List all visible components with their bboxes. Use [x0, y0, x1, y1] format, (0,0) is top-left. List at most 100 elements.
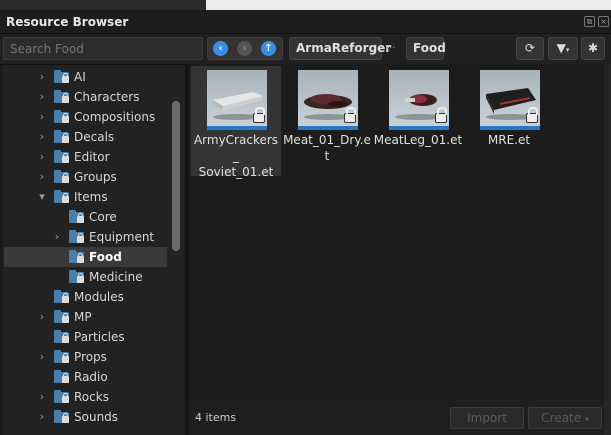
chevron-right-icon[interactable]: ›	[37, 70, 47, 84]
tree-item-label: Food	[89, 250, 122, 264]
tree-item[interactable]: › Sounds	[4, 407, 167, 427]
import-button[interactable]: Import	[450, 407, 524, 429]
undock-icon[interactable]: ⧉	[584, 16, 595, 27]
asset-item[interactable]: ArmyCrackers_ Soviet_01.et	[191, 66, 281, 179]
asset-thumbnail	[207, 70, 267, 130]
locked-folder-icon	[54, 370, 69, 383]
tree-item[interactable]: ▾ Items	[4, 187, 167, 207]
window-title: Resource Browser	[6, 15, 129, 29]
chevron-right-icon[interactable]: ›	[37, 150, 47, 164]
locked-folder-icon	[54, 170, 69, 183]
tree-item[interactable]: › Equipment	[4, 227, 167, 247]
tree-item[interactable]: › MP	[4, 307, 167, 327]
filter-icon[interactable]: ▼▾	[548, 37, 578, 60]
tree-item-label: Sounds	[74, 410, 119, 424]
settings-gear-icon[interactable]: ✱	[581, 37, 605, 60]
locked-folder-icon	[54, 390, 69, 403]
tree-item[interactable]: › Characters	[4, 87, 167, 107]
chevron-right-icon[interactable]: ›	[37, 310, 47, 324]
back-arrow-icon[interactable]: ‹	[213, 41, 228, 56]
asset-grid: ArmyCrackers_ Soviet_01.et Meat_01_Dry.et M…	[189, 64, 604, 400]
chevron-right-icon[interactable]: ›	[52, 230, 62, 244]
locked-folder-icon	[54, 290, 69, 303]
locked-folder-icon	[54, 110, 69, 123]
tree-item-label: Props	[74, 350, 107, 364]
tree-item[interactable]: › Rocks	[4, 387, 167, 407]
asset-item[interactable]: Meat_01_Dry.et	[282, 66, 372, 176]
asset-thumbnail	[298, 70, 358, 130]
tree-item-label: Radio	[74, 370, 108, 384]
tree-item-label: Core	[89, 210, 117, 224]
tree-item-label: AI	[74, 70, 86, 84]
locked-folder-icon	[54, 190, 69, 203]
locked-folder-icon	[54, 130, 69, 143]
create-button[interactable]: Create ▾	[528, 407, 602, 429]
right-scrollbar[interactable]	[604, 64, 611, 435]
tree-item-label: Modules	[74, 290, 124, 304]
locked-folder-icon	[54, 330, 69, 343]
tree-item-label: Compositions	[74, 110, 156, 124]
asset-name: MeatLeg_01.et	[373, 133, 463, 147]
padlock-icon	[344, 107, 356, 123]
top-strip	[0, 0, 611, 10]
asset-name: Meat_01_Dry.et	[283, 133, 371, 163]
tree-item-label: Particles	[74, 330, 125, 344]
asset-name: MRE.et	[487, 133, 531, 147]
breadcrumb-current[interactable]: Food	[406, 37, 446, 60]
locked-folder-icon	[54, 350, 69, 363]
tree-item[interactable]: Medicine	[4, 267, 167, 287]
tree-item[interactable]: Core	[4, 207, 167, 227]
tree-item-label: Items	[74, 190, 108, 204]
asset-thumbnail	[480, 70, 540, 130]
chevron-right-icon[interactable]: ›	[37, 410, 47, 424]
chevron-right-icon[interactable]: ›	[37, 350, 47, 364]
chevron-right-icon[interactable]: ›	[37, 90, 47, 104]
tree-item[interactable]: › Props	[4, 347, 167, 367]
tree-item-label: MP	[74, 310, 92, 324]
tree-item[interactable]: › Editor	[4, 147, 167, 167]
breadcrumb-root[interactable]: ArmaReforger	[289, 37, 391, 60]
tree-scrollbar[interactable]	[172, 101, 180, 251]
toolbar: ‹ › ↑ ArmaReforger ›·· Food ⟳ ▼▾ ✱	[0, 34, 611, 64]
asset-item[interactable]: MRE.et	[464, 66, 554, 176]
locked-folder-icon	[69, 250, 84, 263]
tree-item-label: Characters	[74, 90, 140, 104]
close-icon[interactable]: ×	[598, 16, 609, 27]
tree-item[interactable]: Food	[4, 247, 167, 267]
chevron-right-icon[interactable]: ›	[37, 170, 47, 184]
tree-item-label: Equipment	[89, 230, 155, 244]
tree-item-label: Editor	[74, 150, 110, 164]
tree-item[interactable]: › Compositions	[4, 107, 167, 127]
asset-item[interactable]: MeatLeg_01.et	[373, 66, 463, 176]
padlock-icon	[253, 107, 265, 123]
asset-thumbnail	[389, 70, 449, 130]
locked-folder-icon	[54, 90, 69, 103]
forward-arrow-icon[interactable]: ›	[237, 41, 252, 56]
chevron-down-icon[interactable]: ▾	[37, 190, 47, 204]
tree-item-label: Groups	[74, 170, 117, 184]
refresh-icon[interactable]: ⟳	[516, 37, 544, 60]
locked-folder-icon	[54, 70, 69, 83]
locked-folder-icon	[69, 270, 84, 283]
tree-item[interactable]: › Decals	[4, 127, 167, 147]
search-input[interactable]	[3, 37, 203, 60]
tree-item[interactable]: › AI	[4, 67, 167, 87]
chevron-right-icon[interactable]: ›	[37, 390, 47, 404]
chevron-right-icon[interactable]: ›	[37, 110, 47, 124]
chevron-right-icon[interactable]: ›	[37, 130, 47, 144]
folder-tree: › AI › Characters › Compositions › Decals › Edito…	[0, 64, 185, 435]
footer-bar: 4 items Import Create ▾	[189, 400, 604, 435]
window-titlebar: Resource Browser ⧉ ×	[0, 10, 611, 34]
locked-folder-icon	[54, 150, 69, 163]
asset-name: ArmyCrackers_ Soviet_01.et	[193, 133, 279, 179]
tree-item-label: Decals	[74, 130, 115, 144]
tree-item[interactable]: Modules	[4, 287, 167, 307]
locked-folder-icon	[69, 210, 84, 223]
tree-item[interactable]: Radio	[4, 367, 167, 387]
breadcrumb-separator-icon: ›··	[385, 43, 396, 54]
padlock-icon	[526, 107, 538, 123]
tree-item[interactable]: › Groups	[4, 167, 167, 187]
tree-item[interactable]: Particles	[4, 327, 167, 347]
up-arrow-icon[interactable]: ↑	[261, 41, 276, 56]
tree-item-label: Rocks	[74, 390, 109, 404]
